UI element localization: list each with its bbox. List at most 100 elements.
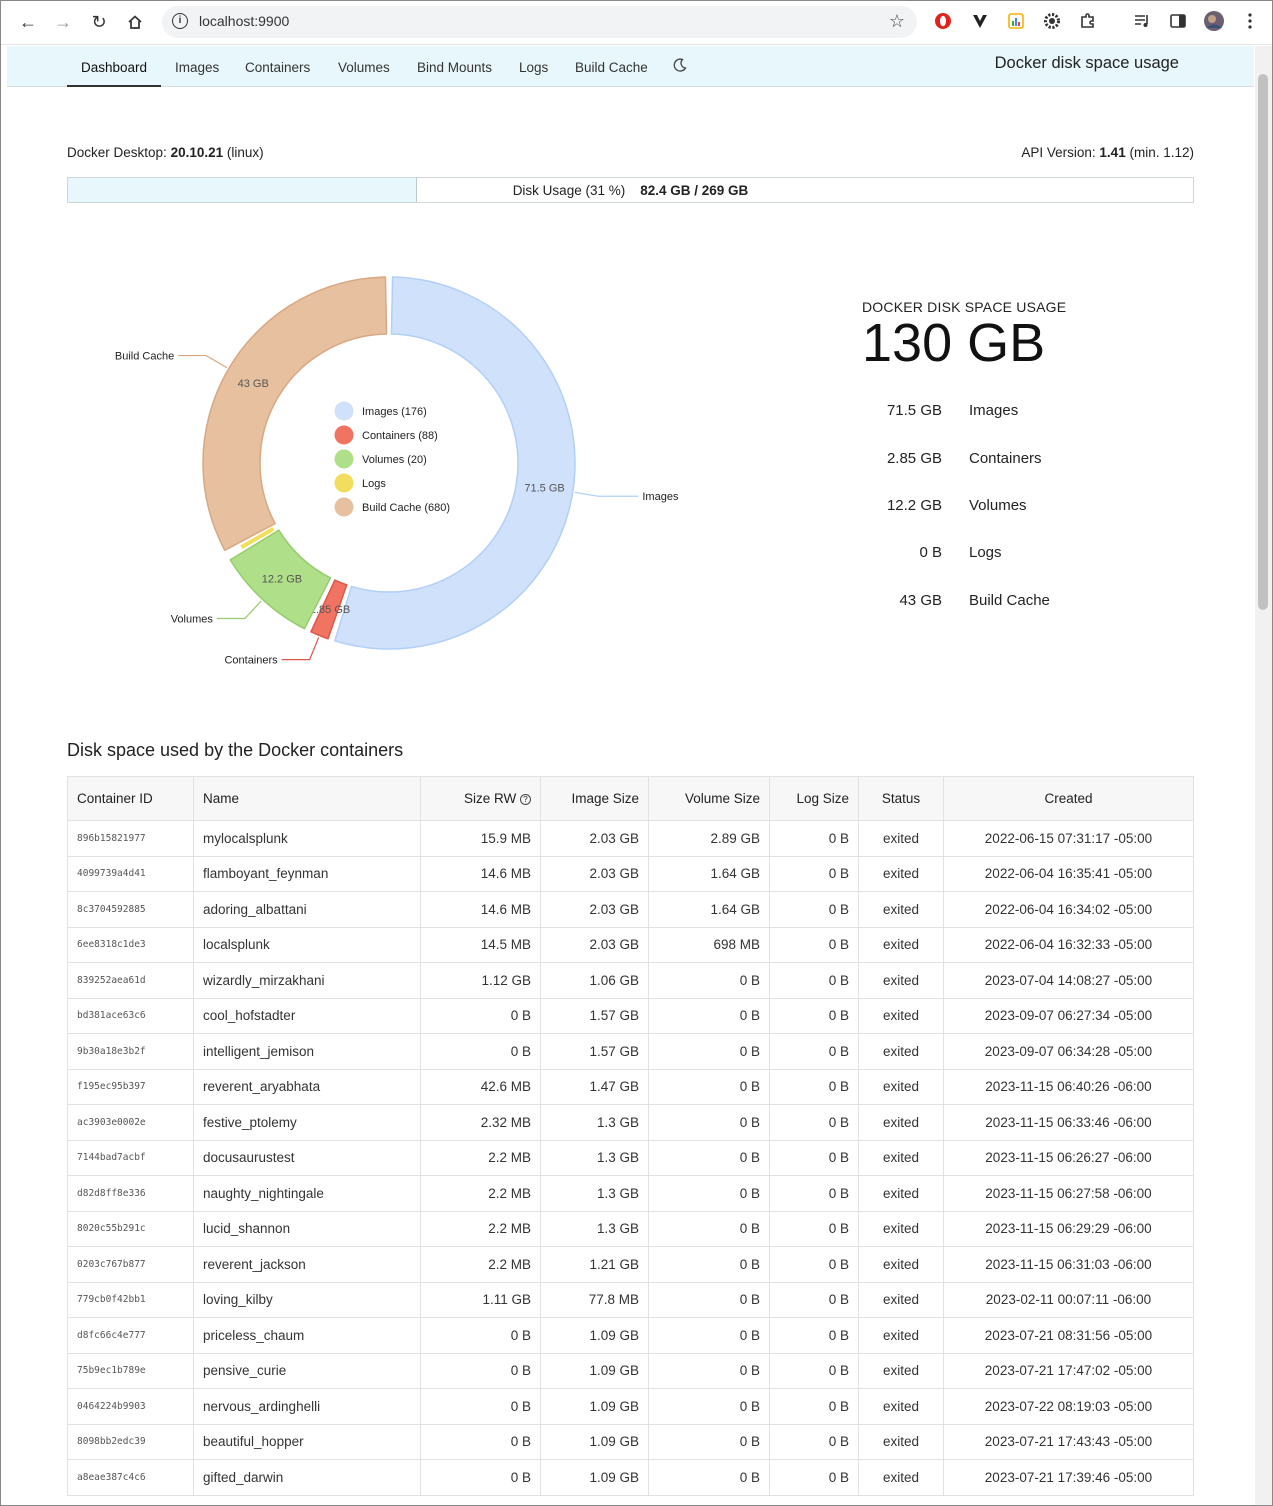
column-header-size-rw[interactable]: Size RW ? <box>420 776 541 821</box>
browser-window: ← → ↻ i localhost:9900 ☆ Dashboard Image… <box>0 0 1273 1506</box>
image-size-cell: 1.57 GB <box>540 1033 649 1070</box>
column-header-log-size[interactable]: Log Size <box>769 776 859 821</box>
disk-usage-donut-chart: 71.5 GBImages2.85 GBContainers12.2 GBVol… <box>115 276 679 667</box>
table-row[interactable]: d82d8ff8e336 naughty_nightingale 2.2 MB 1.3… <box>67 1175 1194 1212</box>
image-size-cell: 1.3 GB <box>540 1175 649 1212</box>
back-icon[interactable]: ← <box>15 9 41 35</box>
table-row[interactable]: 8098bb2edc39 beautiful_hopper 0 B 1.09 GB 0 … <box>67 1423 1194 1460</box>
leader-line <box>281 637 320 661</box>
tab-volumes[interactable]: Volumes <box>338 46 390 87</box>
column-header-container-id[interactable]: Container ID <box>67 776 194 821</box>
column-header-created[interactable]: Created <box>943 776 1194 821</box>
summary-label: Volumes <box>969 497 1027 514</box>
table-row[interactable]: bd381ace63c6 cool_hofstadter 0 B 1.57 GB 0 B… <box>67 997 1194 1034</box>
url-text[interactable]: localhost:9900 <box>199 13 289 29</box>
reload-icon[interactable]: ↻ <box>86 9 112 35</box>
status-cell: exited <box>858 820 944 857</box>
container-name-cell: localsplunk <box>193 926 421 963</box>
tab-bind-mounts[interactable]: Bind Mounts <box>417 46 492 87</box>
tab-logs[interactable]: Logs <box>519 46 548 87</box>
log-size-cell: 0 B <box>769 962 859 999</box>
gear-extension-icon[interactable] <box>1042 11 1062 31</box>
table-row[interactable]: 8c3704592885 adoring_albattani 14.6 MB 2.03… <box>67 891 1194 928</box>
bookmark-star-icon[interactable]: ☆ <box>889 11 905 32</box>
tab-images[interactable]: Images <box>175 46 219 87</box>
volume-size-cell: 0 B <box>648 1423 770 1460</box>
side-panel-icon[interactable] <box>1168 11 1188 31</box>
size-rw-cell: 0 B <box>420 1423 541 1460</box>
table-row[interactable]: d8fc66c4e777 priceless_chaum 0 B 1.09 GB 0 B… <box>67 1317 1194 1354</box>
leader-line <box>178 354 228 369</box>
table-row[interactable]: 4099739a4d41 flamboyant_feynman 14.6 MB 2.0… <box>67 855 1194 892</box>
image-size-cell: 1.3 GB <box>540 1104 649 1141</box>
volume-size-cell: 698 MB <box>648 926 770 963</box>
table-row[interactable]: 0203c767b877 reverent_jackson 2.2 MB 1.21 G… <box>67 1246 1194 1283</box>
tab-containers[interactable]: Containers <box>245 46 310 87</box>
table-row[interactable]: 839252aea61d wizardly_mirzakhani 1.12 GB 1.… <box>67 962 1194 999</box>
summary-total: 130 GB <box>862 313 1046 373</box>
home-icon[interactable] <box>122 9 148 35</box>
size-rw-cell: 1.11 GB <box>420 1281 541 1318</box>
browser-menu-icon[interactable] <box>1240 11 1260 31</box>
containers-section-title: Disk space used by the Docker containers <box>67 740 404 760</box>
column-header-volume-size[interactable]: Volume Size <box>648 776 770 821</box>
container-name-cell: naughty_nightingale <box>193 1175 421 1212</box>
container-name-cell: priceless_chaum <box>193 1317 421 1354</box>
created-cell: 2023-07-21 17:39:46 -05:00 <box>943 1459 1194 1496</box>
help-circle-icon[interactable]: ? <box>520 794 531 805</box>
table-row[interactable]: ac3903e0002e festive_ptolemy 2.32 MB 1.3 GB… <box>67 1104 1194 1141</box>
extensions-puzzle-icon[interactable] <box>1078 11 1098 31</box>
page-scrollbar[interactable] <box>1255 46 1272 1505</box>
vivaldi-extension-icon[interactable] <box>970 11 990 31</box>
forward-icon[interactable]: → <box>50 9 76 35</box>
dark-mode-moon-icon[interactable] <box>673 58 687 72</box>
table-row[interactable]: 0464224b9903 nervous_ardinghelli 0 B 1.09 G… <box>67 1388 1194 1425</box>
docker-desktop-os: (linux) <box>226 145 264 160</box>
table-row[interactable]: f195ec95b397 reverent_aryabhata 42.6 MB 1.4… <box>67 1068 1194 1105</box>
summary-value: 43 GB <box>899 592 942 609</box>
container-name-cell: wizardly_mirzakhani <box>193 962 421 999</box>
api-version-value: 1.41 <box>1099 145 1126 160</box>
container-id-cell: 8098bb2edc39 <box>67 1423 194 1460</box>
table-row[interactable]: 7144bad7acbf docusaurustest 2.2 MB 1.3 GB 0 … <box>67 1139 1194 1176</box>
opera-extension-icon[interactable] <box>933 11 953 31</box>
container-id-cell: 779cb0f42bb1 <box>67 1281 194 1318</box>
table-row[interactable]: 9b30a18e3b2f intelligent_jemison 0 B 1.57 G… <box>67 1033 1194 1070</box>
image-size-cell: 2.03 GB <box>540 891 649 928</box>
container-name-cell: pensive_curie <box>193 1352 421 1389</box>
image-size-cell: 1.47 GB <box>540 1068 649 1105</box>
image-size-cell: 77.8 MB <box>540 1281 649 1318</box>
created-cell: 2023-07-22 08:19:03 -05:00 <box>943 1388 1194 1425</box>
site-info-icon[interactable]: i <box>172 13 188 29</box>
column-header-name[interactable]: Name <box>193 776 421 821</box>
colorful-extension-icon[interactable] <box>1006 11 1026 31</box>
size-rw-cell: 2.32 MB <box>420 1104 541 1141</box>
container-id-cell: d8fc66c4e777 <box>67 1317 194 1354</box>
tab-dashboard[interactable]: Dashboard <box>67 46 161 87</box>
container-name-cell: gifted_darwin <box>193 1459 421 1496</box>
docker-desktop-label: Docker Desktop: <box>67 145 167 160</box>
created-cell: 2023-02-11 00:07:11 -06:00 <box>943 1281 1194 1318</box>
table-row[interactable]: a8eae387c4c6 gifted_darwin 0 B 1.09 GB 0 B0 … <box>67 1459 1194 1496</box>
address-bar[interactable]: i localhost:9900 ☆ <box>162 6 917 38</box>
column-header-image-size[interactable]: Image Size <box>540 776 649 821</box>
size-rw-cell: 14.6 MB <box>420 891 541 928</box>
table-row[interactable]: 8020c55b291c lucid_shannon 2.2 MB 1.3 GB 0 B… <box>67 1210 1194 1247</box>
size-rw-cell: 1.12 GB <box>420 962 541 999</box>
size-rw-cell: 2.2 MB <box>420 1175 541 1212</box>
container-name-cell: beautiful_hopper <box>193 1423 421 1460</box>
tab-build-cache[interactable]: Build Cache <box>575 46 648 87</box>
status-cell: exited <box>858 1423 944 1460</box>
table-row[interactable]: 75b9ec1b789e pensive_curie 0 B 1.09 GB 0 B0 … <box>67 1352 1194 1389</box>
table-row[interactable]: 896b15821977 mylocalsplunk 15.9 MB 2.03 GB 2… <box>67 820 1194 857</box>
column-header-status[interactable]: Status <box>858 776 944 821</box>
media-control-icon[interactable] <box>1132 11 1152 31</box>
volume-size-cell: 0 B <box>648 997 770 1034</box>
scrollbar-thumb[interactable] <box>1258 74 1268 610</box>
disk-usage-bar: Disk Usage (31 %) 82.4 GB / 269 GB <box>67 177 1194 203</box>
created-cell: 2023-11-15 06:26:27 -06:00 <box>943 1139 1194 1176</box>
profile-avatar[interactable] <box>1204 11 1224 31</box>
table-row[interactable]: 6ee8318c1de3 localsplunk 14.5 MB 2.03 GB 698… <box>67 926 1194 963</box>
table-row[interactable]: 779cb0f42bb1 loving_kilby 1.11 GB 77.8 MB 0 … <box>67 1281 1194 1318</box>
status-cell: exited <box>858 1388 944 1425</box>
